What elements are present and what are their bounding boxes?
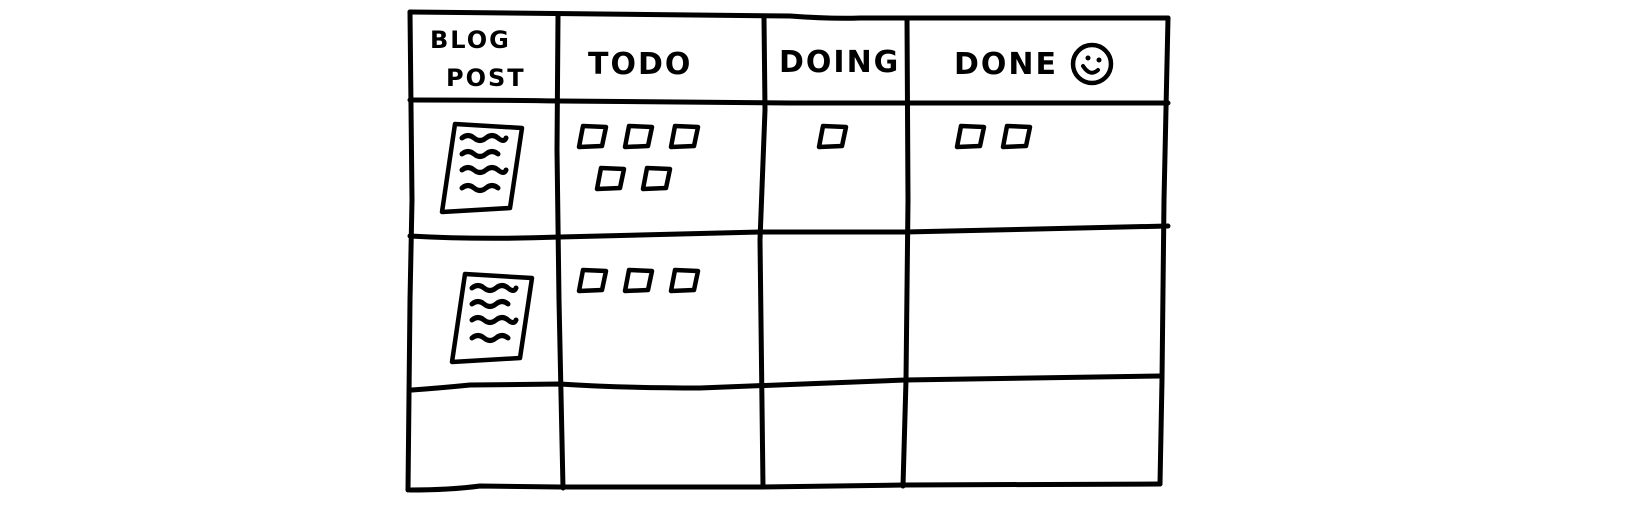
task-card-todo[interactable] — [668, 267, 701, 294]
task-card-todo[interactable] — [640, 165, 673, 192]
task-card-todo[interactable] — [594, 165, 627, 192]
task-card-done[interactable] — [954, 123, 987, 150]
grid-right-border — [1157, 15, 1171, 487]
grid-header-divider — [407, 97, 1171, 106]
column-header-done: DONE — [954, 47, 1058, 82]
task-card-todo[interactable] — [622, 123, 655, 150]
grid-top-border — [407, 9, 1171, 21]
row-header-label-line2: POST — [446, 64, 526, 92]
header-row: BLOG POST TODO DOING DONE — [430, 26, 1114, 92]
column-header-doing: DOING — [779, 45, 900, 80]
task-card-doing[interactable] — [816, 123, 849, 150]
grid-col2-divider — [757, 15, 768, 490]
task-card-todo[interactable] — [576, 267, 609, 294]
column-header-todo: TODO — [588, 47, 692, 82]
task-card-todo[interactable] — [622, 267, 655, 294]
task-cards — [576, 123, 1033, 294]
row-item-icons — [439, 121, 535, 365]
grid-col1-divider — [554, 13, 566, 491]
task-card-todo[interactable] — [668, 123, 701, 150]
smiley-face-icon — [1070, 42, 1114, 86]
grid-row1-divider — [407, 223, 1171, 241]
task-card-todo[interactable] — [576, 123, 609, 150]
grid-left-border — [405, 9, 415, 493]
row-header-label-line1: BLOG — [430, 26, 511, 54]
document-icon — [439, 121, 525, 215]
grid-col3-divider — [900, 15, 911, 489]
document-icon — [449, 271, 535, 365]
task-card-done[interactable] — [1000, 123, 1033, 150]
grid-bottom-border — [407, 481, 1163, 493]
grid-row2-divider — [409, 373, 1163, 393]
kanban-board-sketch: BLOG POST TODO DOING DONE — [405, 9, 1171, 493]
